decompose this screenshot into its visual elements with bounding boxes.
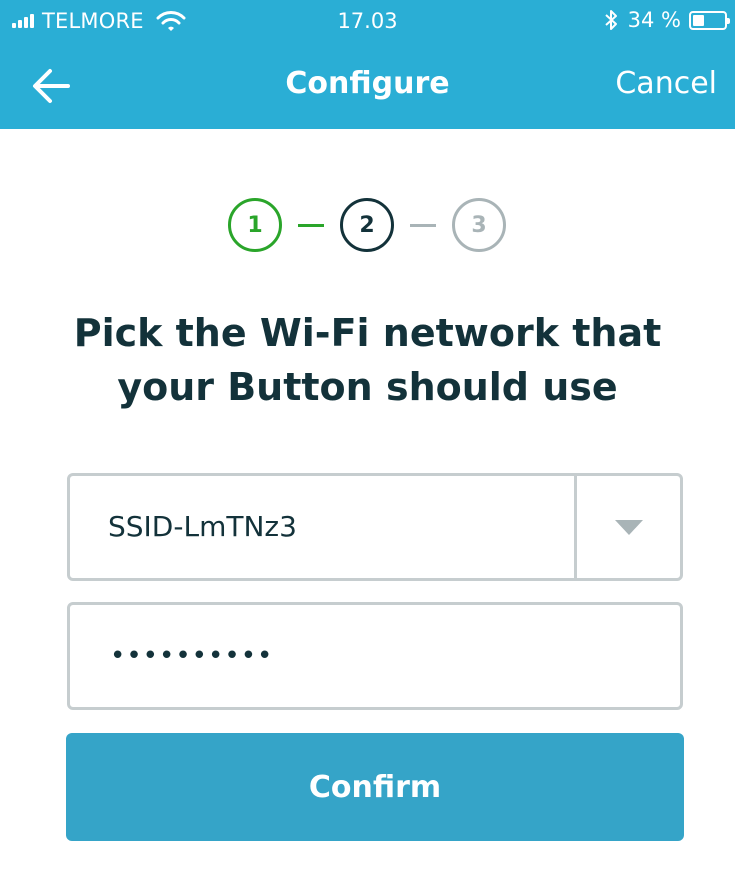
battery-icon [689, 10, 730, 30]
chevron-down-icon [614, 520, 643, 535]
status-right: 34 % [604, 8, 730, 32]
step-connector [298, 223, 324, 227]
password-field[interactable]: •••••••••• [67, 602, 683, 710]
wifi-network-select[interactable]: SSID-LmTNz3 [67, 473, 683, 581]
step-1-indicator: 1 [228, 198, 282, 252]
confirm-button[interactable]: Confirm [66, 733, 684, 841]
header: TELMORE 17.03 34 % Configure Cancel [0, 0, 735, 129]
step-2-indicator: 2 [340, 198, 394, 252]
password-value: •••••••••• [110, 641, 274, 671]
cancel-button[interactable]: Cancel [615, 66, 717, 101]
nav-bar: Configure Cancel [0, 44, 735, 129]
step-3-indicator: 3 [452, 198, 506, 252]
instruction-heading: Pick the Wi-Fi network that your Button … [73, 311, 662, 409]
progress-stepper: 1 2 3 [228, 196, 506, 254]
battery-percent: 34 % [627, 8, 681, 32]
bluetooth-icon [604, 10, 617, 30]
selected-network: SSID-LmTNz3 [108, 510, 297, 543]
dropdown-toggle[interactable] [574, 476, 680, 578]
step-connector [410, 223, 436, 227]
status-bar: TELMORE 17.03 34 % [0, 0, 735, 44]
